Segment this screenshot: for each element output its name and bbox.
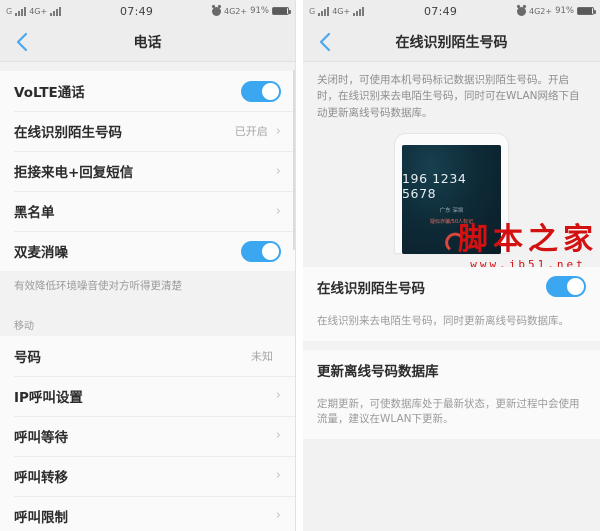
alarm-clock-icon bbox=[517, 6, 526, 16]
list-item-label: IP呼叫设置 bbox=[14, 389, 83, 406]
list-item-label: 在线识别陌生号码 bbox=[317, 280, 425, 297]
group-header-mobile: 移动 bbox=[0, 306, 295, 336]
chevron-right-icon: › bbox=[275, 203, 281, 219]
preview-mark-tag: 疑似诈骗/50人标记 bbox=[429, 218, 474, 225]
incoming-call-preview: 196 1234 5678 广东 深圳 疑似诈骗/50人标记 bbox=[402, 144, 501, 254]
volte-toggle[interactable] bbox=[241, 80, 281, 102]
online-id-hint: 在线识别来去电陌生号码，同时更新离线号码数据库。 bbox=[303, 306, 600, 341]
preview-phone-number: 196 1234 5678 bbox=[402, 170, 467, 201]
phone-mockup: 196 1234 5678 广东 深圳 疑似诈骗/50人标记 bbox=[394, 132, 509, 254]
list-item-blacklist[interactable]: 黑名单 › bbox=[0, 191, 295, 231]
list-item-label: 黑名单 bbox=[14, 205, 55, 221]
bottom-filler bbox=[303, 439, 600, 531]
list-item-label: 拒接来电+回复短信 bbox=[14, 165, 134, 181]
right-content-column: 关闭时，可使用本机号码标记数据识别陌生号码。开启时，在线识别来去电陌生号码，同时… bbox=[303, 62, 600, 531]
update-db-hint: 定期更新，可使数据库处于最新状态，更新过程中会使用流量，建议在WLAN下更新。 bbox=[303, 389, 600, 440]
list-item-label: 在线识别陌生号码 bbox=[14, 125, 122, 141]
right-phone-screen: G 4G+ 07:49 4G2+ 91% 在线识别陌生号码 关闭时，可使用本机号… bbox=[303, 0, 600, 531]
online-id-toggle[interactable] bbox=[546, 276, 586, 298]
list-item-call-forwarding[interactable]: 呼叫转移 › bbox=[0, 455, 295, 496]
scroll-indicator[interactable] bbox=[293, 70, 295, 250]
list-top-spacer bbox=[0, 62, 295, 71]
list-item-value: 已开启 bbox=[234, 125, 268, 138]
list-item-dual-mic[interactable]: 双麦消噪 bbox=[0, 231, 295, 271]
status-bar-right: G 4G+ 07:49 4G2+ 91% bbox=[303, 0, 600, 22]
list-item-call-waiting[interactable]: 呼叫等待 › bbox=[0, 415, 295, 456]
settings-list-group-1: VoLTE通话 在线识别陌生号码 已开启 › 拒接来电+回复短信 › 黑名单 ›… bbox=[0, 71, 295, 271]
nav-bar-left: 电话 bbox=[0, 22, 295, 62]
list-item-update-db[interactable]: 更新离线号码数据库 bbox=[303, 349, 600, 390]
battery-icon bbox=[272, 7, 291, 15]
dual-screenshot-container: G 4G+ 07:49 4G2+ 91% 电话 VoLTE通话 在线识别陌生号码… bbox=[0, 0, 600, 531]
chevron-right-icon: › bbox=[275, 388, 281, 404]
status-bar-right-group: 4G2+ 91% bbox=[212, 6, 291, 16]
left-phone-screen: G 4G+ 07:49 4G2+ 91% 电话 VoLTE通话 在线识别陌生号码… bbox=[0, 0, 296, 531]
section-separator bbox=[303, 340, 600, 350]
list-item-ip-call-settings[interactable]: IP呼叫设置 › bbox=[0, 375, 295, 416]
status-bar-right-group-r: 4G2+ 91% bbox=[517, 6, 596, 16]
feature-description: 关闭时，可使用本机号码标记数据识别陌生号码。开启时，在线识别来去电陌生号码，同时… bbox=[303, 62, 600, 129]
network-type-label-right: 4G2+ bbox=[224, 6, 248, 16]
list-item-label: 号码 bbox=[14, 349, 41, 366]
list-item-volte[interactable]: VoLTE通话 bbox=[0, 71, 295, 111]
status-bar-left: G 4G+ 07:49 4G2+ 91% bbox=[0, 0, 295, 22]
signal-bars-icon bbox=[318, 6, 330, 16]
list-item-label: 更新离线号码数据库 bbox=[317, 363, 439, 380]
update-db-card: 更新离线号码数据库 定期更新，可使数据库处于最新状态，更新过程中会使用流量，建议… bbox=[303, 349, 600, 440]
back-button[interactable] bbox=[303, 22, 347, 62]
back-chevron-icon bbox=[16, 32, 27, 51]
page-title: 在线识别陌生号码 bbox=[395, 34, 508, 51]
carrier-g-label: G bbox=[309, 6, 316, 16]
list-item-reject-sms[interactable]: 拒接来电+回复短信 › bbox=[0, 151, 295, 191]
settings-list-group-2: 号码 未知 IP呼叫设置 › 呼叫等待 › 呼叫转移 › 呼叫限制 › bbox=[0, 335, 295, 531]
status-bar-clock: 07:49 bbox=[424, 4, 458, 18]
hangup-phone-icon bbox=[440, 228, 463, 251]
battery-icon bbox=[577, 7, 596, 15]
list-item-label: VoLTE通话 bbox=[14, 85, 85, 101]
status-bar-left-group-r: G 4G+ bbox=[309, 6, 365, 16]
battery-percent-label: 91% bbox=[250, 6, 269, 16]
screen-divider bbox=[296, 0, 303, 531]
network-type-label: 4G+ bbox=[332, 6, 351, 16]
dual-mic-hint: 有效降低环境噪音使对方听得更清楚 bbox=[0, 271, 295, 307]
preview-location: 广东 深圳 bbox=[439, 207, 464, 214]
list-item-value: 未知 bbox=[251, 349, 273, 363]
signal-bars-icon-2 bbox=[50, 6, 62, 16]
list-item-label: 呼叫转移 bbox=[14, 469, 68, 486]
list-item-label: 双麦消噪 bbox=[14, 245, 68, 261]
carrier-g-label: G bbox=[6, 6, 13, 16]
status-bar-left-group: G 4G+ bbox=[6, 6, 62, 16]
dual-mic-toggle[interactable] bbox=[241, 240, 281, 262]
online-id-card: 在线识别陌生号码 在线识别来去电陌生号码，同时更新离线号码数据库。 bbox=[303, 266, 600, 341]
chevron-right-icon: › bbox=[275, 508, 281, 524]
chevron-right-icon: › bbox=[275, 428, 281, 444]
list-item-number[interactable]: 号码 未知 bbox=[0, 335, 295, 376]
status-bar-clock: 07:49 bbox=[120, 4, 154, 18]
back-chevron-icon bbox=[319, 32, 330, 51]
chevron-right-icon: › bbox=[275, 163, 281, 179]
network-type-label: 4G+ bbox=[29, 6, 48, 16]
list-item-label: 呼叫限制 bbox=[14, 509, 68, 526]
signal-bars-icon-2 bbox=[353, 6, 365, 16]
signal-bars-icon bbox=[15, 6, 27, 16]
network-type-label-right: 4G2+ bbox=[529, 6, 553, 16]
illustration-area: 196 1234 5678 广东 深圳 疑似诈骗/50人标记 脚本之家 www.… bbox=[303, 128, 600, 271]
chevron-right-icon: › bbox=[275, 468, 281, 484]
page-title: 电话 bbox=[133, 34, 162, 51]
list-item-call-barring[interactable]: 呼叫限制 › bbox=[0, 495, 295, 531]
chevron-right-icon: › bbox=[275, 123, 281, 139]
battery-percent-label: 91% bbox=[555, 6, 574, 16]
list-item-label: 呼叫等待 bbox=[14, 429, 68, 446]
back-button[interactable] bbox=[0, 22, 44, 62]
list-item-online-id[interactable]: 在线识别陌生号码 已开启 › bbox=[0, 111, 295, 151]
list-item-online-id-toggle[interactable]: 在线识别陌生号码 bbox=[303, 266, 600, 307]
alarm-clock-icon bbox=[212, 6, 221, 16]
nav-bar-right: 在线识别陌生号码 bbox=[303, 22, 600, 62]
